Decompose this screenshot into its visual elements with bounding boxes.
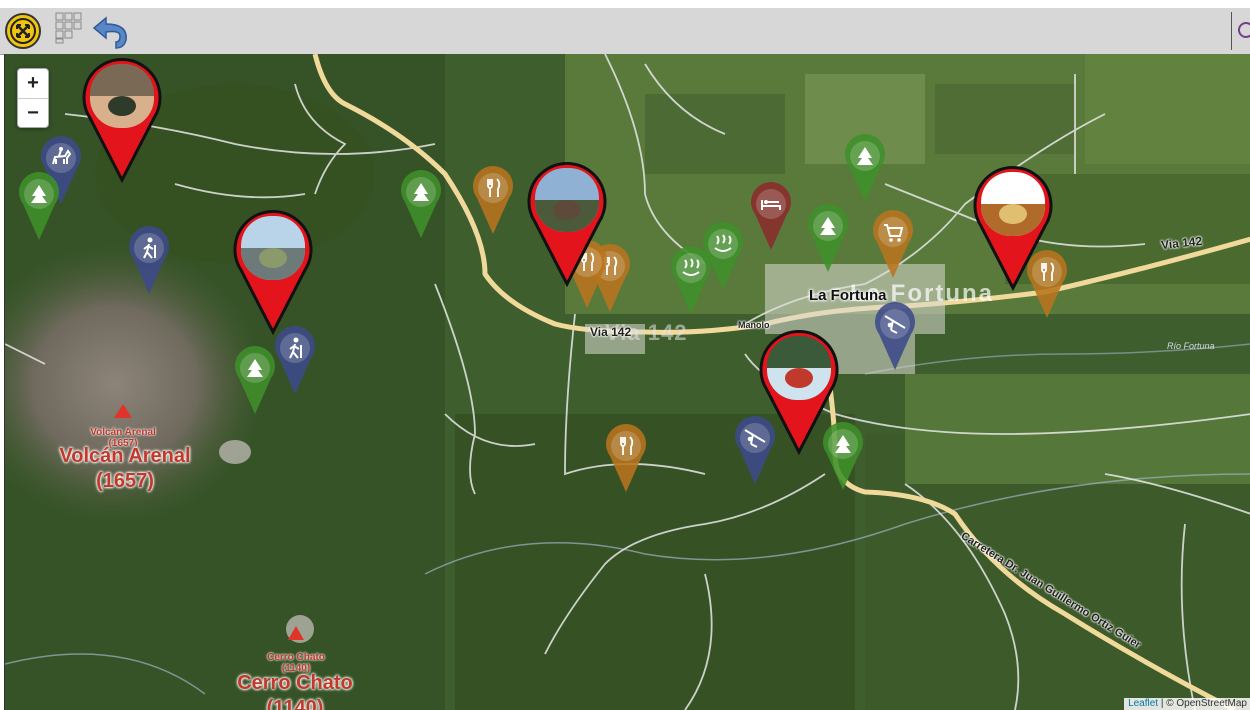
photo-pin-icon: [759, 330, 839, 456]
forest-icon: [235, 346, 275, 414]
photo-pin-icon: [82, 58, 162, 184]
grid-icon[interactable]: [55, 12, 89, 44]
undo-arrow-icon[interactable]: [88, 14, 134, 52]
forest-icon: [19, 172, 59, 240]
osm-attribution: | © OpenStreetMap: [1160, 698, 1247, 709]
hotel-icon: [751, 182, 791, 250]
toolbar-band: [0, 8, 1250, 55]
toolbar-edge-button[interactable]: [1231, 12, 1250, 50]
photo-pin-icon: [527, 162, 607, 288]
shopping-icon: [873, 210, 913, 278]
satellite-basemap: [5, 54, 1250, 710]
photo-pin-icon: [233, 210, 313, 336]
map-view[interactable]: La Fortuna La Fortuna Manolo Via 142 Via…: [4, 54, 1250, 710]
zipline-icon: [875, 302, 915, 370]
peak-label-chato: Cerro Chato (1140): [237, 672, 353, 710]
road-label-via142-west: Via 142: [590, 325, 632, 339]
forest-icon: [845, 134, 885, 202]
restaurant-icon: [606, 424, 646, 492]
zoom-out-button[interactable]: −: [18, 99, 48, 128]
photo-pin-icon: [973, 166, 1053, 292]
forest-icon: [808, 204, 848, 272]
restaurant-icon: [473, 166, 513, 234]
toolbar: [0, 0, 1250, 55]
peak-label-arenal: Volcán Arenal (1657): [59, 445, 191, 492]
hiking-icon: [275, 326, 315, 394]
hot-springs-icon: [703, 222, 743, 290]
zoom-control: + −: [17, 68, 49, 128]
forest-icon: [401, 170, 441, 238]
hiking-icon: [129, 226, 169, 294]
zoom-in-button[interactable]: +: [18, 69, 48, 99]
crossed-arrows-icon[interactable]: [5, 13, 41, 49]
river-label: Río Fortuna: [1167, 341, 1215, 351]
map-attribution: Leaflet | © OpenStreetMap: [1124, 698, 1250, 710]
leaflet-link[interactable]: Leaflet: [1128, 698, 1158, 709]
